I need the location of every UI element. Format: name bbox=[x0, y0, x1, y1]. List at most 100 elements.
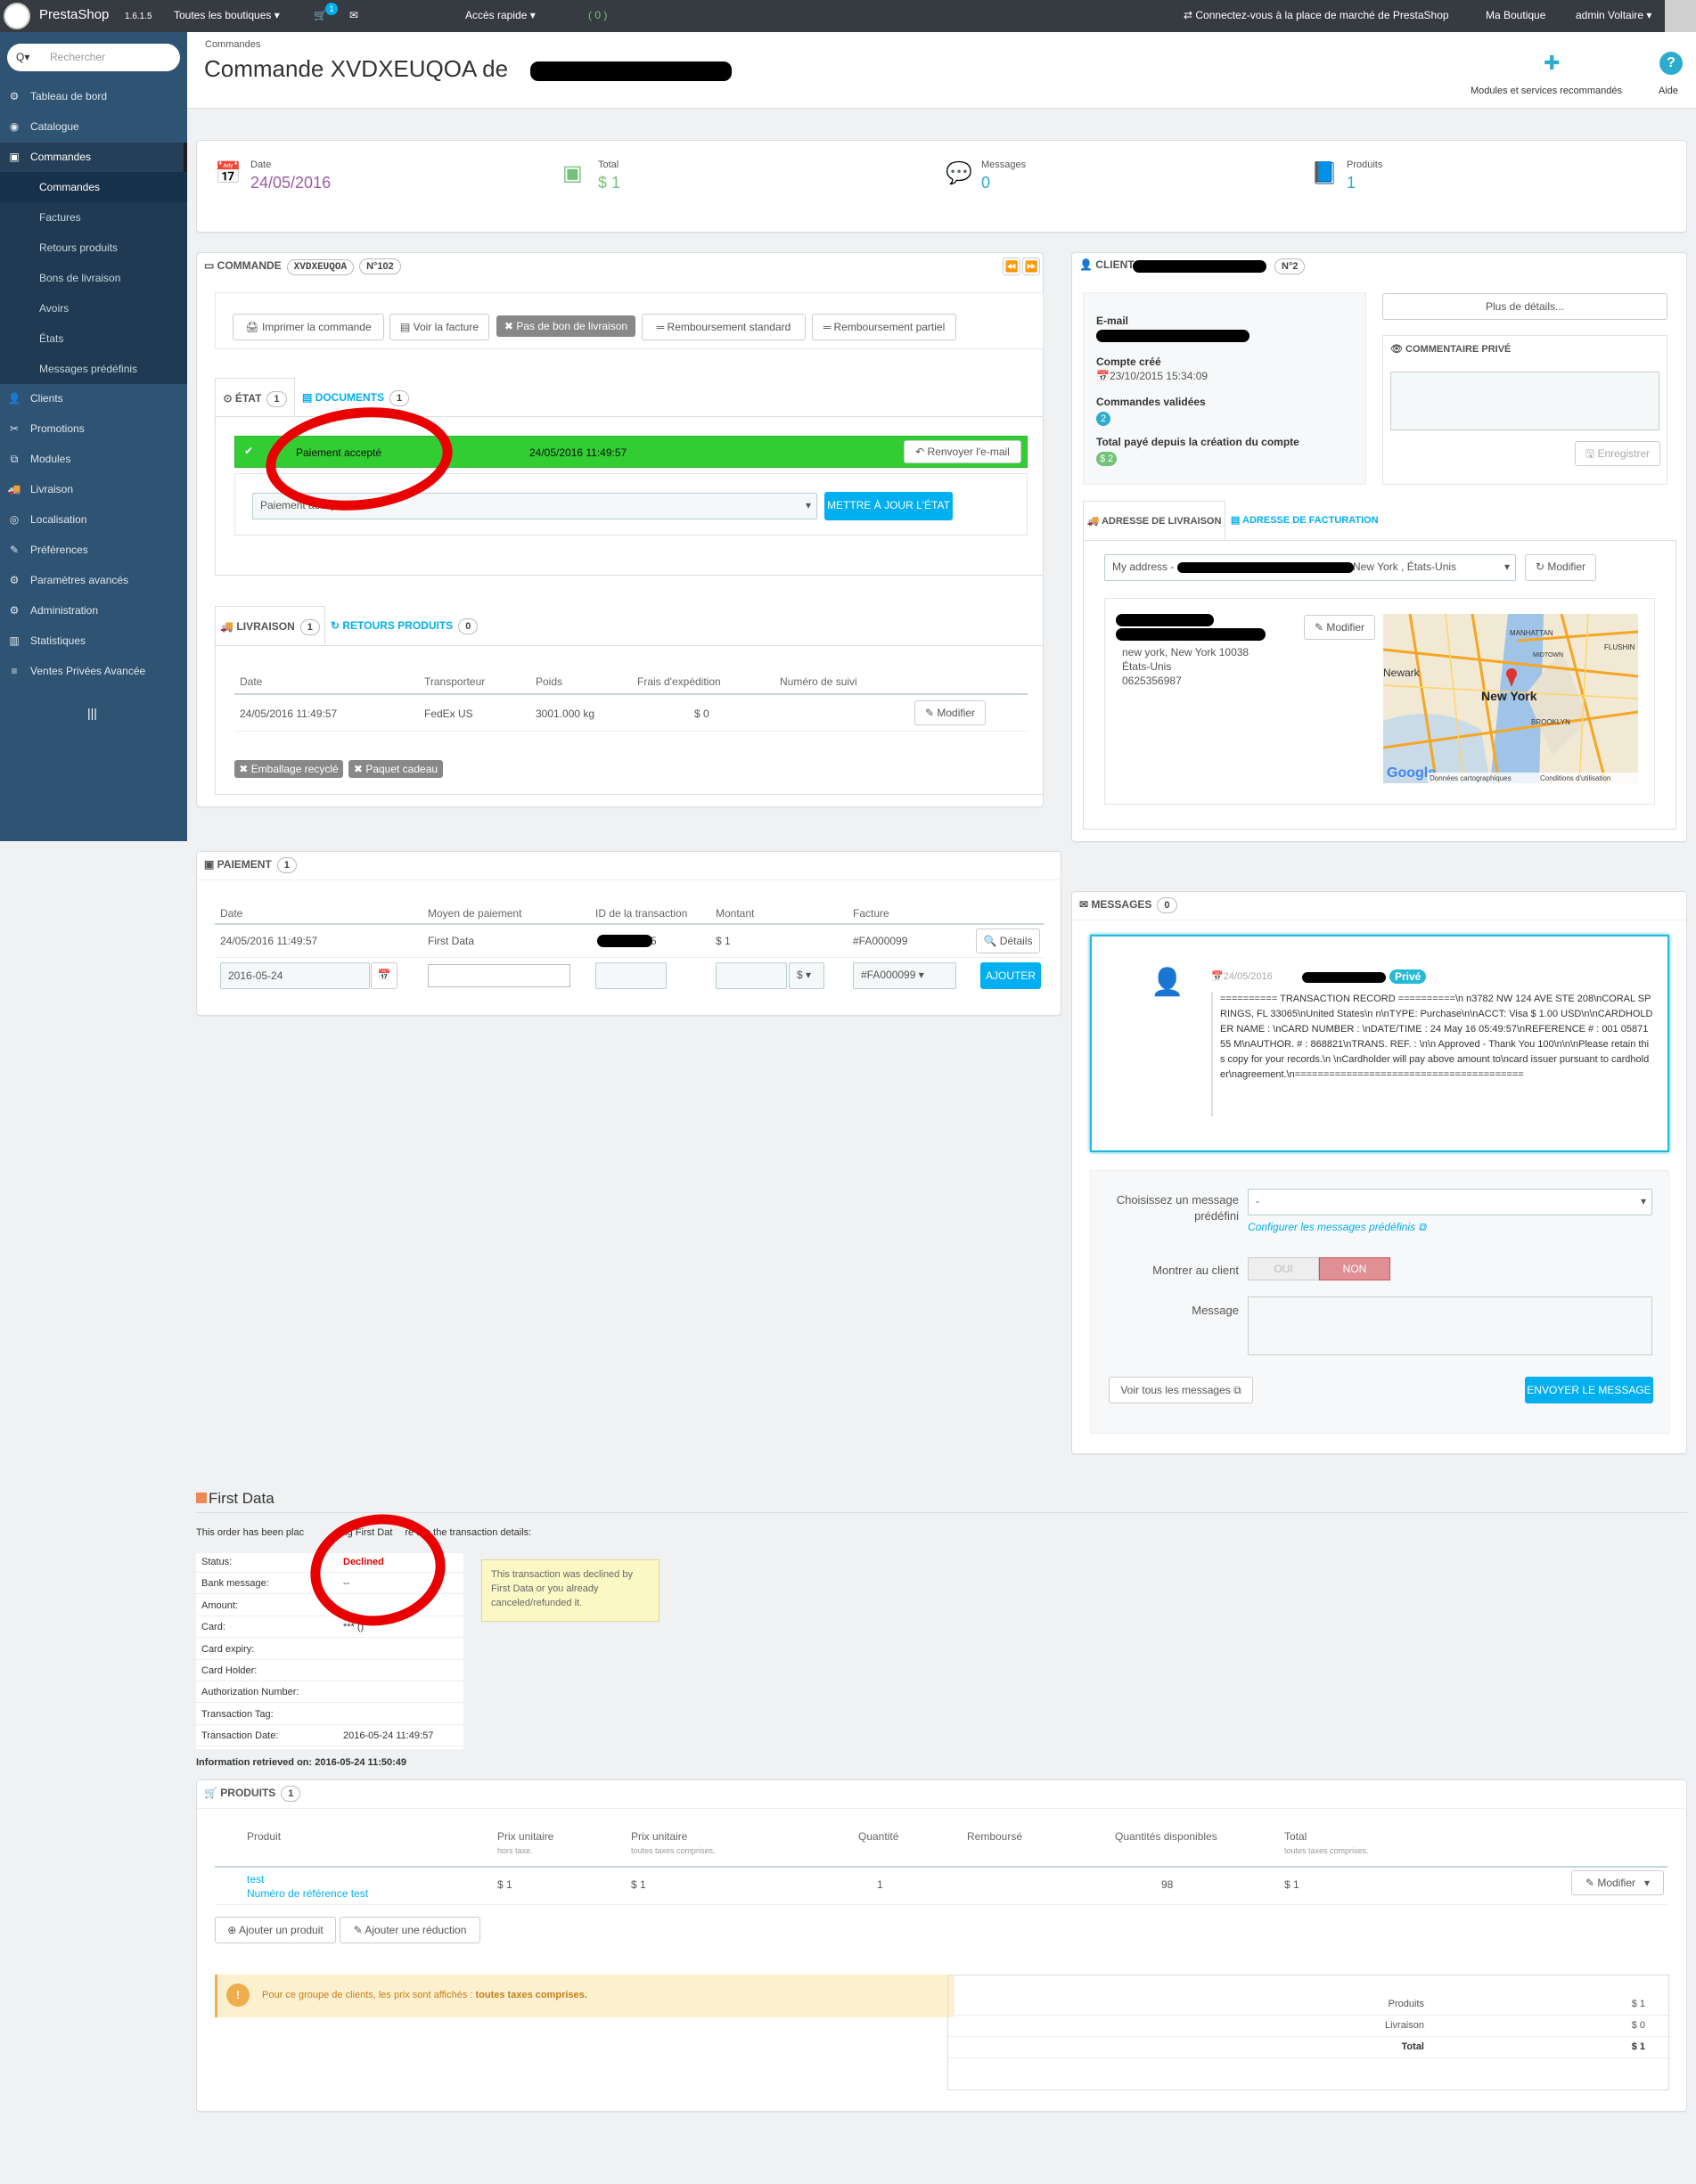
more-details-button[interactable]: Plus de détails... bbox=[1382, 293, 1667, 320]
resend-email-button[interactable]: ↶ Renvoyer l'e-mail bbox=[904, 440, 1021, 463]
send-message-button[interactable]: ENVOYER LE MESSAGE bbox=[1525, 1377, 1653, 1403]
breadcrumb[interactable]: Commandes bbox=[205, 39, 260, 50]
tab-shipping[interactable]: 🚚 LIVRAISON 1 bbox=[215, 606, 325, 645]
payment-method-input[interactable] bbox=[428, 964, 570, 987]
search-input[interactable]: Rechercher bbox=[50, 51, 105, 63]
order-action-label: Pas de bon de livraison bbox=[516, 320, 628, 332]
sidebar-item-8[interactable]: ✎ Préférences bbox=[0, 536, 187, 565]
redacted-address bbox=[1177, 562, 1354, 573]
tab-shipping-address[interactable]: 🚚 ADRESSE DE LIVRAISON bbox=[1083, 501, 1225, 540]
sidebar-item-2[interactable]: ▣ Commandes bbox=[0, 143, 187, 172]
tab-returns-label: RETOURS PRODUITS bbox=[342, 619, 454, 632]
order-action-button-3[interactable]: ═ Remboursement standard bbox=[642, 314, 806, 340]
sidebar-item-7[interactable]: ◎ Localisation bbox=[0, 505, 187, 535]
amount-input[interactable] bbox=[716, 962, 787, 989]
map-data-link[interactable]: Données cartographiques bbox=[1430, 774, 1512, 782]
sidebar-subitem-5[interactable]: États bbox=[0, 323, 187, 354]
kpi-value: 0 bbox=[981, 174, 991, 192]
sidebar-item-6[interactable]: 🚚 Livraison bbox=[0, 475, 187, 504]
order-action-button-0[interactable]: 🖨 Imprimer la commande bbox=[233, 314, 384, 340]
sidebar-item-5[interactable]: ⧉ Modules bbox=[0, 445, 187, 474]
edit-address-button[interactable]: ✎ Modifier bbox=[1304, 615, 1375, 640]
quick-access-dropdown[interactable]: Accès rapide ▾ bbox=[465, 9, 536, 21]
currency-select[interactable]: $ ▾ bbox=[789, 962, 824, 989]
toggle-non[interactable]: NON bbox=[1319, 1257, 1390, 1280]
prev-order-icon[interactable]: ⏪ bbox=[1003, 258, 1020, 275]
map-terms-link[interactable]: Conditions d'utilisation bbox=[1540, 774, 1610, 782]
sidebar-subitem-3[interactable]: Bons de livraison bbox=[0, 263, 187, 293]
help-link[interactable]: Aide bbox=[1659, 86, 1678, 96]
payment-date-input[interactable]: 2016-05-24 bbox=[220, 962, 370, 989]
sidebar-subitem-2[interactable]: Retours produits bbox=[0, 233, 187, 263]
marketplace-link[interactable]: ⇄ Connectez-vous à la place de marché de… bbox=[1184, 9, 1449, 21]
fd-key: Status: bbox=[201, 1557, 233, 1567]
user-menu[interactable]: admin Voltaire ▾ bbox=[1576, 9, 1651, 21]
order-heading-label: COMMANDE bbox=[217, 259, 282, 272]
refresh-address-button[interactable]: ↻ Modifier bbox=[1525, 554, 1596, 581]
add-discount-button[interactable]: ✎ Ajouter une réduction bbox=[340, 1917, 480, 1943]
sidebar-item-11[interactable]: ▥ Statistiques bbox=[0, 626, 187, 656]
message-textarea[interactable] bbox=[1248, 1296, 1652, 1355]
avatar[interactable] bbox=[1665, 0, 1696, 32]
payment-details-button[interactable]: 🔍 Détails bbox=[976, 928, 1040, 953]
sidebar-item-10[interactable]: ⚙ Administration bbox=[0, 596, 187, 626]
show-client-label: Montrer au client bbox=[1152, 1264, 1239, 1277]
notifications[interactable]: ( 0 ) bbox=[588, 9, 607, 21]
sidebar-item-label: Tableau de bord bbox=[30, 90, 108, 102]
shops-dropdown[interactable]: Toutes les boutiques ▾ bbox=[174, 9, 280, 21]
payment-details-label: Détails bbox=[999, 935, 1033, 947]
sidebar-item-9[interactable]: ⚙ Paramètres avancés bbox=[0, 566, 187, 595]
tab-returns[interactable]: ↻ RETOURS PRODUITS 0 bbox=[331, 606, 479, 645]
edit-shipping-button[interactable]: ✎ Modifier bbox=[914, 700, 986, 725]
menu-icon: ✂ bbox=[9, 422, 20, 435]
payment-col-header: Facture bbox=[853, 907, 889, 920]
next-order-icon[interactable]: ⏩ bbox=[1022, 258, 1040, 275]
sidebar-subitem-4[interactable]: Avoirs bbox=[0, 293, 187, 323]
redacted-sender bbox=[1302, 972, 1386, 983]
mail-icon[interactable]: ✉ bbox=[349, 9, 358, 21]
transaction-id-input[interactable] bbox=[595, 962, 667, 989]
help-icon[interactable]: ? bbox=[1659, 52, 1683, 75]
save-note-button[interactable]: 🖫 Enregistrer bbox=[1575, 441, 1660, 466]
edit-product-button[interactable]: ✎ Modifier ▾ bbox=[1571, 1870, 1664, 1895]
map-label-midtown: MIDTOWN bbox=[1533, 652, 1563, 658]
order-action-button-1[interactable]: ▤ Voir la facture bbox=[389, 314, 489, 340]
sidebar-subitem-6[interactable]: Messages prédéfinis bbox=[0, 354, 187, 384]
sidebar-item-1[interactable]: ◉ Catalogue bbox=[0, 112, 187, 142]
modules-link[interactable]: Modules et services recommandés bbox=[1471, 86, 1622, 96]
private-note-textarea[interactable] bbox=[1390, 372, 1659, 430]
warning-icon: ! bbox=[226, 1984, 250, 2007]
configure-link[interactable]: Configurer les messages prédéfinis ⧉ bbox=[1248, 1221, 1426, 1234]
check-icon: ✔ bbox=[244, 445, 254, 457]
product-name-link[interactable]: test bbox=[247, 1873, 264, 1885]
kpi-label: Produits bbox=[1347, 160, 1383, 170]
tab-billing-address[interactable]: ▤ ADRESSE DE FACTURATION bbox=[1231, 501, 1379, 540]
address-map[interactable]: New York Newark MANHATTAN BROOKLYN MIDTO… bbox=[1383, 614, 1638, 783]
fd-key: Bank message: bbox=[201, 1578, 269, 1590]
invoice-select[interactable]: #FA000099 ▾ bbox=[853, 962, 956, 989]
calendar-icon[interactable]: 📅 bbox=[371, 962, 397, 989]
sidebar-subitem-0[interactable]: Commandes bbox=[0, 172, 187, 202]
order-ref: XVDXEUQOA bbox=[286, 259, 355, 275]
puzzle-icon[interactable]: ✚ bbox=[1544, 52, 1560, 75]
sidebar-item-3[interactable]: 👤 Clients bbox=[0, 384, 187, 413]
sidebar-item-0[interactable]: ⚙ Tableau de bord bbox=[0, 82, 187, 111]
predefined-message-select[interactable]: - ▾ bbox=[1248, 1189, 1652, 1215]
update-state-button[interactable]: METTRE À JOUR L'ÉTAT bbox=[824, 492, 953, 520]
user-icon: 👤 bbox=[1151, 968, 1184, 997]
add-payment-button[interactable]: AJOUTER bbox=[980, 962, 1041, 989]
order-action-button-2[interactable]: ✖ Pas de bon de livraison bbox=[496, 315, 635, 337]
view-all-messages-button[interactable]: Voir tous les messages ⧉ bbox=[1109, 1377, 1253, 1403]
sidebar-item-12[interactable]: ≡ Ventes Privées Avancée bbox=[0, 657, 187, 686]
my-shop-link[interactable]: Ma Boutique bbox=[1486, 9, 1545, 21]
sidebar-subitem-1[interactable]: Factures bbox=[0, 202, 187, 233]
prestashop-logo-icon[interactable] bbox=[4, 3, 30, 29]
tab-state[interactable]: ⊙ ÉTAT 1 bbox=[215, 378, 295, 417]
messages-count: 0 bbox=[1157, 897, 1177, 913]
collapse-icon[interactable]: ||| bbox=[87, 706, 97, 720]
search-box[interactable]: Q▾ Rechercher bbox=[7, 44, 180, 71]
toggle-oui[interactable]: OUI bbox=[1248, 1257, 1319, 1280]
add-product-button[interactable]: ⊕ Ajouter un produit bbox=[215, 1917, 336, 1943]
sidebar-item-4[interactable]: ✂ Promotions bbox=[0, 414, 187, 444]
order-action-button-4[interactable]: ═ Remboursement partiel bbox=[812, 314, 956, 340]
